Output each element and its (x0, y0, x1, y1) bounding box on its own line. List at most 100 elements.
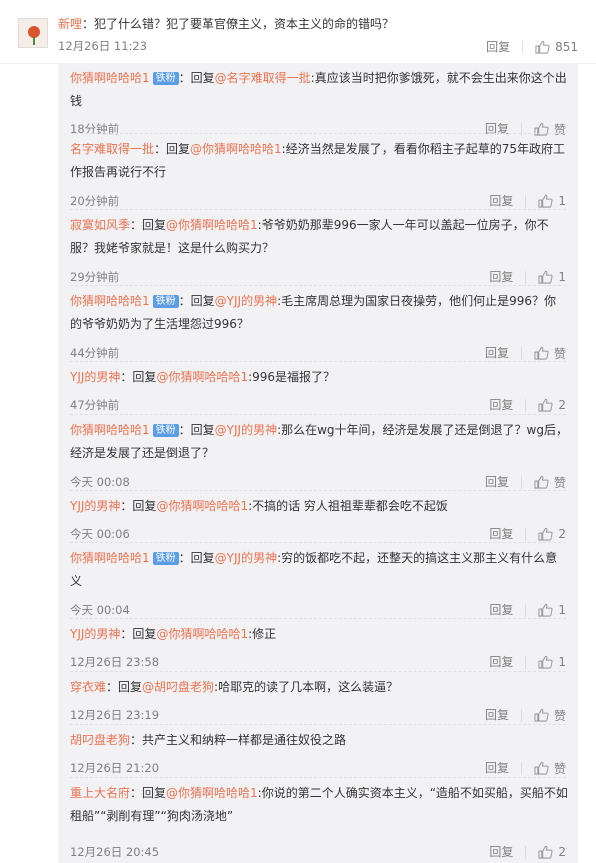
like-button[interactable]: 赞 (534, 707, 566, 724)
username-link[interactable]: 新哩 (58, 17, 82, 31)
reply-text: 你猜啊哈哈哈1 铁粉 ：回复@YJJ的男神:毛主席周总理为国家日夜操劳，他们何止是9… (70, 290, 568, 336)
username-link[interactable]: 寂寞如风季 (70, 218, 130, 232)
reply-button[interactable]: 回复 (485, 475, 522, 489)
reply-prefix: ：回复 (130, 786, 167, 800)
mention-link[interactable]: @名字难取得一批 (215, 71, 311, 85)
reply-prefix: ：回复 (178, 423, 215, 437)
reply-button[interactable]: 回复 (485, 346, 522, 360)
reply-prefix: ：回复 (120, 627, 157, 641)
reply-text: 你猜啊哈哈哈1 铁粉 ：回复@YJJ的男神:那么在wg十年间，经济是发展了还是倒退了… (70, 419, 568, 465)
username-link[interactable]: YJJ的男神 (70, 627, 120, 641)
reply-prefix: ：回复 (178, 551, 215, 565)
reply-button[interactable]: 回复 (489, 655, 527, 669)
fan-badge[interactable]: 铁粉 (152, 295, 179, 308)
mention-link[interactable]: @YJJ的男神 (215, 294, 277, 308)
like-button[interactable]: 851 (535, 40, 578, 54)
reply-list: 你猜啊哈哈哈1 铁粉 ：回复@名字难取得一批:真应该当时把你爹饿死，就不会生出来你这… (58, 63, 578, 863)
like-button[interactable]: 赞 (534, 345, 566, 362)
comment-body: ：犯了什么错？犯了要革官僚主义，资本主义的命的错吗？ (82, 17, 395, 31)
reply-actions: 回复 赞 (485, 473, 566, 491)
reply-button[interactable]: 回复 (489, 527, 527, 541)
reply-time: 20分钟前 (70, 194, 120, 208)
like-button[interactable]: 1 (538, 194, 566, 208)
like-button[interactable]: 1 (538, 603, 566, 617)
reply-button[interactable]: 回复 (489, 603, 527, 617)
reply-body: ：共产主义和纳粹一样都是通往奴役之路 (130, 733, 347, 747)
thumb-up-icon (534, 475, 549, 489)
reply-time: 12月26日 21:20 (70, 761, 160, 775)
reply-item: 名字难取得一批：回复@你猜啊哈哈哈1:经济当然是发展了，看看你稻主子起草的75年… (58, 134, 578, 210)
mention-link[interactable]: @YJJ的男神 (215, 551, 277, 565)
mention-link[interactable]: @你猜啊哈哈哈1 (166, 218, 258, 232)
reply-button[interactable]: 回复 (489, 398, 527, 412)
thumb-up-icon (538, 845, 553, 859)
reply-item: YJJ的男神：回复@你猜啊哈哈哈1:修正 12月26日 23:58 回复 1 (58, 619, 578, 672)
like-button[interactable]: 2 (538, 527, 566, 541)
reply-time: 12月26日 23:19 (70, 708, 160, 722)
mention-link[interactable]: @YJJ的男神 (215, 423, 277, 437)
mention-link[interactable]: @你猜啊哈哈哈1 (166, 786, 258, 800)
like-count: 2 (558, 398, 566, 412)
like-count: 1 (558, 603, 566, 617)
username-link[interactable]: 穿衣难 (70, 680, 106, 694)
reply-item: 你猜啊哈哈哈1 铁粉 ：回复@YJJ的男神:穷的饭都吃不起，还整天的搞这主义那主义有… (58, 543, 578, 619)
like-count: 851 (555, 40, 578, 54)
reply-text: 胡叼盘老狗：共产主义和纳粹一样都是通往奴役之路 (70, 729, 568, 752)
reply-body: :哈耶克的读了几本啊，这么装逼？ (214, 680, 399, 694)
mention-link[interactable]: @你猜啊哈哈哈1 (190, 142, 282, 156)
username-link[interactable]: 你猜啊哈哈哈1 (70, 423, 150, 437)
reply-button[interactable]: 回复 (486, 40, 524, 54)
reply-actions: 回复 2 (489, 525, 566, 543)
fan-badge[interactable]: 铁粉 (152, 72, 179, 85)
reply-button[interactable]: 回复 (489, 194, 527, 208)
reply-time: 今天 00:06 (70, 527, 130, 541)
reply-prefix: ：回复 (106, 680, 143, 694)
reply-text: YJJ的男神：回复@你猜啊哈哈哈1:修正 (70, 623, 568, 646)
thumb-up-icon (534, 708, 549, 722)
mention-link[interactable]: @胡叼盘老狗 (142, 680, 214, 694)
reply-button[interactable]: 回复 (489, 270, 527, 284)
reply-button[interactable]: 回复 (489, 845, 527, 859)
reply-item: 寂寞如风季：回复@你猜啊哈哈哈1:爷爷奶奶那辈996一家人一年可以盖起一位房子，… (58, 210, 578, 286)
reply-button[interactable]: 回复 (485, 708, 522, 722)
username-link[interactable]: 名字难取得一批 (70, 142, 154, 156)
mention-link[interactable]: @你猜啊哈哈哈1 (156, 627, 248, 641)
like-button[interactable]: 1 (538, 270, 566, 284)
reply-text: 你猜啊哈哈哈1 铁粉 ：回复@名字难取得一批:真应该当时把你爹饿死，就不会生出来你这… (70, 67, 568, 113)
like-button[interactable]: 赞 (534, 474, 566, 491)
reply-prefix: ：回复 (154, 142, 191, 156)
reply-actions: 回复 1 (489, 601, 566, 619)
thumb-up-icon (538, 527, 553, 541)
like-button[interactable]: 1 (538, 655, 566, 669)
reply-time: 29分钟前 (70, 270, 120, 284)
fan-badge[interactable]: 铁粉 (152, 552, 179, 565)
reply-button[interactable]: 回复 (485, 761, 522, 775)
fan-badge[interactable]: 铁粉 (152, 424, 179, 437)
username-link[interactable]: 重上大名府 (70, 786, 130, 800)
like-button[interactable]: 2 (538, 845, 566, 859)
like-button[interactable]: 2 (538, 398, 566, 412)
reply-item: 你猜啊哈哈哈1 铁粉 ：回复@名字难取得一批:真应该当时把你爹饿死，就不会生出来你这… (58, 63, 578, 137)
username-link[interactable]: 你猜啊哈哈哈1 (70, 294, 150, 308)
thumb-up-icon (538, 398, 553, 412)
reply-text: YJJ的男神：回复@你猜啊哈哈哈1:不搞的话 穷人祖祖辈辈都会吃不起饭 (70, 495, 568, 518)
username-link[interactable]: YJJ的男神 (70, 370, 120, 384)
reply-actions: 回复 2 (489, 843, 566, 861)
reply-item: 穿衣难：回复@胡叼盘老狗:哈耶克的读了几本啊，这么装逼？ 12月26日 23:19… (58, 672, 578, 725)
reply-body: :不搞的话 穷人祖祖辈辈都会吃不起饭 (248, 499, 448, 513)
comment-text: 新哩：犯了什么错？犯了要革官僚主义，资本主义的命的错吗？ (58, 14, 578, 34)
mention-link[interactable]: @你猜啊哈哈哈1 (156, 370, 248, 384)
reply-text: YJJ的男神：回复@你猜啊哈哈哈1:996是福报了？ (70, 366, 568, 389)
reply-text: 你猜啊哈哈哈1 铁粉 ：回复@YJJ的男神:穷的饭都吃不起，还整天的搞这主义那主义有… (70, 547, 568, 593)
username-link[interactable]: YJJ的男神 (70, 499, 120, 513)
reply-time: 44分钟前 (70, 346, 120, 360)
username-link[interactable]: 你猜啊哈哈哈1 (70, 551, 150, 565)
thumb-up-icon (538, 603, 553, 617)
mention-link[interactable]: @你猜啊哈哈哈1 (156, 499, 248, 513)
thumb-up-icon (534, 346, 549, 360)
reply-prefix: ：回复 (178, 71, 215, 85)
like-button[interactable]: 赞 (534, 760, 566, 777)
avatar[interactable] (18, 18, 48, 48)
username-link[interactable]: 你猜啊哈哈哈1 (70, 71, 150, 85)
username-link[interactable]: 胡叼盘老狗 (70, 733, 130, 747)
